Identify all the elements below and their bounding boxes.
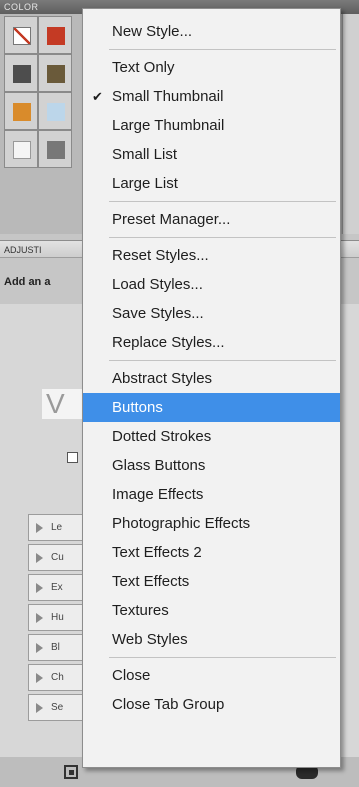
menu-item-label: Save Styles... bbox=[112, 305, 204, 322]
orange-style-swatch bbox=[13, 103, 31, 121]
style-cell[interactable] bbox=[4, 54, 38, 92]
menu-item-label: Text Only bbox=[112, 59, 175, 76]
adjustment-preset-row[interactable]: Ch bbox=[28, 664, 86, 691]
style-cell[interactable] bbox=[4, 130, 38, 168]
menu-item-label: Dotted Strokes bbox=[112, 428, 212, 445]
blue-style-swatch bbox=[47, 103, 65, 121]
style-cell[interactable] bbox=[4, 16, 38, 54]
styles-panel-menu: New Style... Text Only ✔ Small Thumbnail Lar… bbox=[82, 8, 341, 768]
menu-item-reset-styles[interactable]: Reset Styles... bbox=[83, 241, 340, 270]
adjustment-preset-list: Le Cu Ex Hu Bl Ch Se bbox=[28, 514, 86, 724]
menu-separator bbox=[83, 654, 340, 661]
white-style-swatch bbox=[13, 141, 31, 159]
menu-item-buttons[interactable]: Buttons bbox=[83, 393, 340, 422]
menu-separator bbox=[83, 46, 340, 53]
expand-triangle-icon bbox=[36, 643, 43, 653]
expand-triangle-icon bbox=[36, 553, 43, 563]
adjustment-preset-label: Ch bbox=[51, 672, 64, 683]
red-style-swatch bbox=[47, 27, 65, 45]
menu-separator bbox=[83, 198, 340, 205]
menu-item-label: Textures bbox=[112, 602, 169, 619]
menu-item-glass-buttons[interactable]: Glass Buttons bbox=[83, 451, 340, 480]
gray-style-swatch bbox=[47, 141, 65, 159]
checkmark-icon: ✔ bbox=[92, 89, 103, 104]
menu-item-label: Glass Buttons bbox=[112, 457, 206, 474]
adjustment-preset-label: Ex bbox=[51, 582, 63, 593]
expand-triangle-icon bbox=[36, 673, 43, 683]
adjustment-preset-row[interactable]: Se bbox=[28, 694, 86, 721]
menu-item-label: Large List bbox=[112, 175, 178, 192]
style-cell[interactable] bbox=[38, 54, 72, 92]
no-style-swatch bbox=[13, 27, 31, 45]
menu-item-replace-styles[interactable]: Replace Styles... bbox=[83, 328, 340, 357]
menu-item-label: Small Thumbnail bbox=[112, 88, 224, 105]
brown-style-swatch bbox=[47, 65, 65, 83]
adjustment-preset-label: Bl bbox=[51, 642, 60, 653]
menu-item-web-styles[interactable]: Web Styles bbox=[83, 625, 340, 654]
adjustment-preset-row[interactable]: Ex bbox=[28, 574, 86, 601]
menu-item-small-thumbnail[interactable]: ✔ Small Thumbnail bbox=[83, 82, 340, 111]
menu-item-preset-manager[interactable]: Preset Manager... bbox=[83, 205, 340, 234]
menu-item-image-effects[interactable]: Image Effects bbox=[83, 480, 340, 509]
clip-to-layer-icon[interactable] bbox=[64, 765, 78, 779]
color-tab[interactable]: COLOR bbox=[4, 2, 39, 12]
menu-item-label: Close Tab Group bbox=[112, 696, 225, 713]
adjustment-preset-label: Le bbox=[51, 522, 63, 533]
expand-triangle-icon bbox=[36, 703, 43, 713]
adjustment-preview-glyph: V bbox=[42, 389, 82, 419]
panel-right-edge bbox=[342, 14, 359, 234]
menu-item-photographic-effects[interactable]: Photographic Effects bbox=[83, 509, 340, 538]
expand-triangle-icon bbox=[36, 613, 43, 623]
menu-item-label: Text Effects 2 bbox=[112, 544, 202, 561]
expand-triangle-icon bbox=[36, 583, 43, 593]
adjustment-preset-row[interactable]: Cu bbox=[28, 544, 86, 571]
menu-item-large-list[interactable]: Large List bbox=[83, 169, 340, 198]
adjustments-hint-text: Add an a bbox=[4, 276, 51, 288]
menu-item-load-styles[interactable]: Load Styles... bbox=[83, 270, 340, 299]
adjustment-checkbox[interactable] bbox=[67, 452, 78, 463]
menu-item-text-effects[interactable]: Text Effects bbox=[83, 567, 340, 596]
menu-item-close[interactable]: Close bbox=[83, 661, 340, 690]
menu-item-label: Small List bbox=[112, 146, 178, 163]
menu-item-label: Text Effects bbox=[112, 573, 190, 590]
menu-separator bbox=[83, 234, 340, 241]
menu-item-abstract-styles[interactable]: Abstract Styles bbox=[83, 364, 340, 393]
menu-item-label: Replace Styles... bbox=[112, 334, 225, 351]
adjustment-preset-row[interactable]: Le bbox=[28, 514, 86, 541]
menu-item-dotted-strokes[interactable]: Dotted Strokes bbox=[83, 422, 340, 451]
adjustment-preset-row[interactable]: Hu bbox=[28, 604, 86, 631]
menu-item-textures[interactable]: Textures bbox=[83, 596, 340, 625]
adjustment-preset-label: Hu bbox=[51, 612, 64, 623]
menu-item-large-thumbnail[interactable]: Large Thumbnail bbox=[83, 111, 340, 140]
adjustment-preset-label: Cu bbox=[51, 552, 64, 563]
menu-item-close-tab-group[interactable]: Close Tab Group bbox=[83, 690, 340, 719]
expand-triangle-icon bbox=[36, 523, 43, 533]
menu-item-save-styles[interactable]: Save Styles... bbox=[83, 299, 340, 328]
style-cell[interactable] bbox=[4, 92, 38, 130]
menu-item-small-list[interactable]: Small List bbox=[83, 140, 340, 169]
style-cell[interactable] bbox=[38, 130, 72, 168]
menu-item-new-style[interactable]: New Style... bbox=[83, 17, 340, 46]
menu-separator bbox=[83, 357, 340, 364]
menu-item-text-effects-2[interactable]: Text Effects 2 bbox=[83, 538, 340, 567]
style-cell[interactable] bbox=[38, 92, 72, 130]
menu-item-label: Large Thumbnail bbox=[112, 117, 225, 134]
menu-item-label: Web Styles bbox=[112, 631, 188, 648]
dark-style-swatch bbox=[13, 65, 31, 83]
menu-item-label: Reset Styles... bbox=[112, 247, 209, 264]
adjustments-tab[interactable]: ADJUSTI bbox=[4, 245, 42, 255]
menu-item-label: Load Styles... bbox=[112, 276, 203, 293]
menu-item-label: Image Effects bbox=[112, 486, 204, 503]
style-cell[interactable] bbox=[38, 16, 72, 54]
adjustment-preset-label: Se bbox=[51, 702, 64, 713]
menu-item-label: Buttons bbox=[112, 399, 163, 416]
menu-item-label: Photographic Effects bbox=[112, 515, 251, 532]
menu-item-text-only[interactable]: Text Only bbox=[83, 53, 340, 82]
menu-item-label: Abstract Styles bbox=[112, 370, 213, 387]
adjustment-preset-row[interactable]: Bl bbox=[28, 634, 86, 661]
menu-item-label: Preset Manager... bbox=[112, 211, 231, 228]
menu-item-label: New Style... bbox=[112, 23, 193, 40]
menu-item-label: Close bbox=[112, 667, 151, 684]
